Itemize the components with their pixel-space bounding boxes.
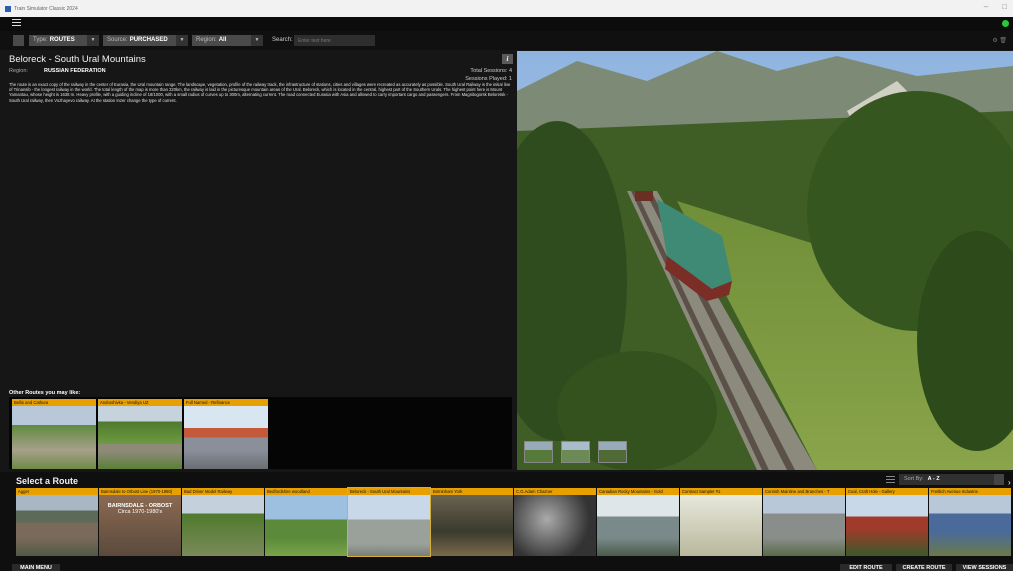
route-card[interactable]: Bad Driver Model Railway [182,488,264,556]
route-card-selected[interactable]: Beloreck - South Ural Mountains [347,487,431,557]
main-menu-button[interactable]: MAIN MENU [12,564,60,571]
view-sessions-button[interactable]: VIEW SESSIONS [956,564,1013,571]
route-region: Region: RUSSIAN FEDERATION [9,68,106,74]
online-status-icon [1002,20,1009,27]
route-title: Beloreck - South Ural Mountains [9,54,146,65]
chevron-down-icon: ▼ [176,35,188,46]
toolbar-icons[interactable]: ⚙ 🗑 [992,37,1007,44]
chevron-down-icon: ▼ [251,35,263,46]
route-thumbnail [680,495,762,556]
other-route-card[interactable]: Andrushivka - Vendiya UZ [98,399,182,469]
app-icon [5,5,11,12]
route-card[interactable]: C.G.Adam Chazner [514,488,596,556]
route-thumbnail [597,495,679,556]
route-card[interactable]: Bedfordshire woodland [265,488,347,556]
route-thumbnail [12,406,96,469]
sort-dropdown[interactable]: Sort By: A - Z [899,474,1004,485]
create-route-button[interactable]: CREATE ROUTE [896,564,952,571]
route-card[interactable]: Bairnsdale to Orbost Line (1970-1980) BAI… [99,488,181,556]
route-thumbnail [184,406,268,469]
other-route-card[interactable]: Bellis and Cathura [12,399,96,469]
route-card[interactable]: Freitlich Avenue Industrie [929,488,1011,556]
session-stats: Total Sessions: 4 Sessions Played: 1 [440,67,512,83]
route-card[interactable]: Cornish Mainline and Branches - T [763,488,845,556]
route-description: The route is an exact copy of the railwa… [9,82,511,103]
route-thumbnail [16,495,98,556]
route-thumbnail [348,495,430,556]
route-thumbnail [763,495,845,556]
route-thumbnail [182,495,264,556]
type-dropdown[interactable]: Type: ROUTES ▼ [29,35,99,46]
list-view-icon[interactable] [886,476,895,484]
route-card[interactable]: Birminham York [431,488,513,556]
preview-thumbnail[interactable] [561,441,590,463]
window-title: Train Simulator Classic 2024 [14,5,78,12]
title-bar: Train Simulator Classic 2024 – □ [0,0,1013,17]
route-card[interactable]: Coal, Craft Hole - Gallery [846,488,928,556]
preview-thumbnail[interactable] [598,441,627,463]
menu-bar [0,17,1013,31]
filter-toggle-button[interactable] [13,35,24,46]
select-route-heading: Select a Route [16,476,79,486]
region-dropdown[interactable]: Region: All ▼ [192,35,263,46]
chevron-down-icon [994,474,1004,485]
source-dropdown[interactable]: Source: PURCHASED ▼ [103,35,188,46]
route-card[interactable]: Agger [16,488,98,556]
minimize-icon[interactable]: – [984,2,988,11]
route-thumbnail [514,495,596,556]
app-window: Train Simulator Classic 2024 – □ Type: ROU… [0,0,1013,571]
route-thumbnail [265,495,347,556]
search-label: Search: [272,37,293,43]
other-route-card[interactable]: Full Named - Refinance [184,399,268,469]
route-card[interactable]: Canadian Rocky Mountains - Gold [597,488,679,556]
route-thumbnail [98,406,182,469]
route-thumbnail [846,495,928,556]
maximize-icon[interactable]: □ [1002,2,1007,11]
total-sessions: Total Sessions: 4 [470,68,512,74]
search-input[interactable] [294,35,375,46]
other-routes-heading: Other Routes you may like: [9,390,81,396]
chevron-down-icon: ▼ [87,35,99,46]
route-thumbnail [929,495,1011,556]
route-card[interactable]: Contract Sampler #1 [680,488,762,556]
route-thumbnail [431,495,513,556]
route-preview-image [517,51,1013,470]
edit-route-button[interactable]: EDIT ROUTE [840,564,892,571]
hamburger-menu-icon[interactable] [12,19,21,26]
route-thumbnail: BAIRNSDALE - ORBOST Circa 1970-1980's [99,495,181,556]
preview-thumbnail[interactable] [524,441,553,463]
info-button[interactable]: i [502,54,513,64]
scroll-right-icon[interactable]: › [1008,478,1011,487]
